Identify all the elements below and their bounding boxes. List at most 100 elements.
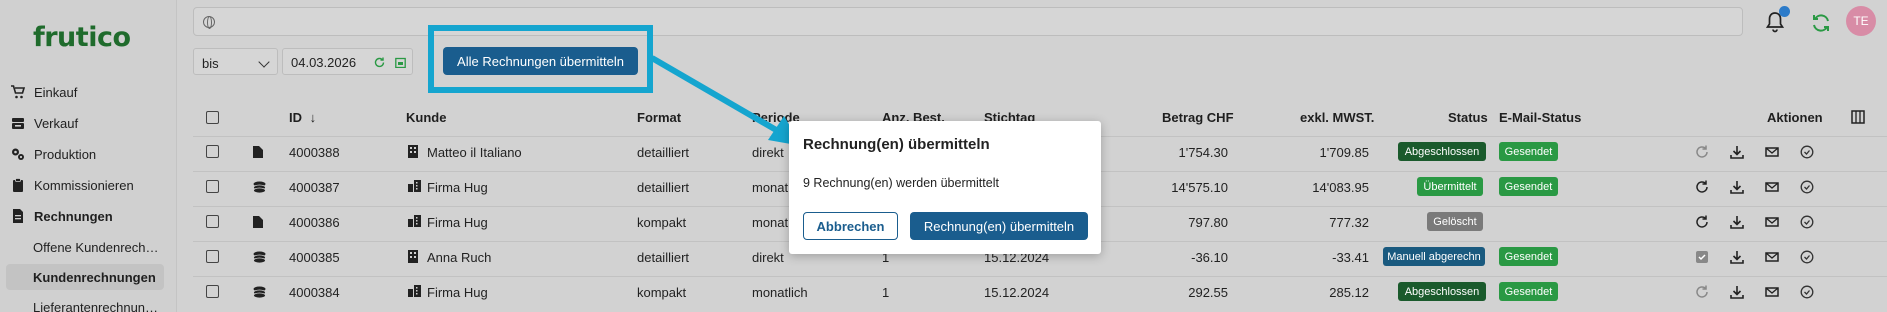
column-header-status[interactable]: Status	[1448, 110, 1488, 128]
date-mode-value: bis	[202, 56, 219, 71]
check-circle-icon[interactable]	[1800, 215, 1814, 229]
clipboard-icon	[11, 178, 25, 192]
row-checkbox[interactable]	[206, 215, 219, 228]
format-cell: detailliert	[637, 250, 690, 265]
status-badge: Abgeschlossen	[1398, 282, 1486, 301]
globe-icon	[203, 16, 215, 29]
customer-name: Firma Hug	[427, 180, 488, 195]
sidebar-item-label: Verkauf	[34, 115, 79, 131]
mail-icon[interactable]	[1765, 180, 1779, 194]
sidebar-item-label: Einkauf	[34, 84, 78, 100]
mail-icon[interactable]	[1765, 145, 1779, 159]
betrag-cell: 14'575.10	[1171, 180, 1228, 195]
select-all-checkbox[interactable]	[206, 111, 219, 124]
exkl-mwst-cell: 285.12	[1329, 285, 1369, 300]
sidebar-item-produktion[interactable]: Produktion	[11, 143, 96, 165]
column-header-label: ID	[289, 110, 302, 125]
periode-cell: monatlich	[752, 285, 808, 300]
building-icon	[408, 145, 418, 161]
sidebar-subitem-offene-kundenrechnungen[interactable]: Offene Kundenrech…	[33, 240, 159, 255]
checkbox-checked-icon[interactable]	[1695, 250, 1709, 264]
mail-icon[interactable]	[1765, 250, 1779, 264]
periode-cell: monat	[752, 180, 789, 195]
sync-icon[interactable]	[1810, 12, 1832, 34]
row-checkbox[interactable]	[206, 285, 219, 298]
sidebar-item-label: Kommissionieren	[34, 177, 134, 193]
check-circle-icon[interactable]	[1800, 145, 1814, 159]
download-icon[interactable]	[1730, 180, 1744, 194]
resend-icon[interactable]	[1695, 180, 1709, 194]
email-status-badge: Gesendet	[1499, 177, 1558, 196]
confirm-send-button[interactable]: Rechnung(en) übermitteln	[910, 212, 1088, 240]
check-circle-icon[interactable]	[1800, 285, 1814, 299]
exkl-mwst-cell: -33.41	[1332, 250, 1369, 265]
download-icon[interactable]	[1730, 250, 1744, 264]
resend-icon[interactable]	[1695, 285, 1709, 299]
mail-icon[interactable]	[1765, 285, 1779, 299]
company-icon	[408, 285, 421, 300]
exkl-mwst-cell: 14'083.95	[1312, 180, 1369, 195]
status-badge: Manuell abgerechn	[1383, 247, 1485, 266]
column-header-id[interactable]: ID ↓	[289, 110, 316, 128]
invoice-id[interactable]: 4000384	[289, 285, 340, 300]
cart-icon	[11, 85, 26, 99]
download-icon[interactable]	[1730, 285, 1744, 299]
search-input[interactable]	[193, 7, 1743, 36]
row-checkbox[interactable]	[206, 250, 219, 263]
status-badge: Gelöscht	[1427, 212, 1483, 231]
betrag-cell: 1'754.30	[1178, 145, 1228, 160]
invoice-id[interactable]: 4000388	[289, 145, 340, 160]
sidebar-item-label: Rechnungen	[34, 208, 113, 224]
column-header-email-status[interactable]: E-Mail-Status	[1499, 110, 1581, 128]
sidebar-item-kommissionieren[interactable]: Kommissionieren	[11, 174, 134, 196]
mail-icon[interactable]	[1765, 215, 1779, 229]
dialog-title: Rechnung(en) übermitteln	[803, 136, 990, 153]
exkl-mwst-cell: 777.32	[1329, 215, 1369, 230]
sidebar-item-verkauf[interactable]: Verkauf	[11, 112, 78, 134]
calendar-icon[interactable]	[395, 56, 406, 69]
sidebar-item-label: Produktion	[34, 146, 97, 162]
notification-dot	[1779, 6, 1790, 17]
download-icon[interactable]	[1730, 145, 1744, 159]
date-mode-select[interactable]: bis	[193, 48, 278, 75]
check-circle-icon[interactable]	[1800, 250, 1814, 264]
customer-name: Anna Ruch	[427, 250, 492, 265]
cancel-button[interactable]: Abbrechen	[803, 212, 898, 240]
column-header-format[interactable]: Format	[637, 110, 681, 128]
document-icon	[253, 216, 263, 231]
invoice-id[interactable]: 4000387	[289, 180, 340, 195]
status-badge: Abgeschlossen	[1398, 142, 1486, 161]
periode-cell: monat	[752, 215, 789, 230]
download-icon[interactable]	[1730, 215, 1744, 229]
sidebar-item-einkauf[interactable]: Einkauf	[11, 81, 77, 103]
email-status-badge: Gesendet	[1499, 142, 1558, 161]
resend-icon[interactable]	[1695, 215, 1709, 229]
sidebar-item-rechnungen[interactable]: Rechnungen	[11, 205, 113, 227]
resend-icon[interactable]	[1695, 145, 1709, 159]
sidebar-subitem-kundenrechnungen[interactable]: Kundenrechnungen	[33, 270, 156, 285]
row-checkbox[interactable]	[206, 145, 219, 158]
betrag-cell: 292.55	[1188, 285, 1228, 300]
format-cell: detailliert	[637, 180, 690, 195]
columns-icon[interactable]	[1851, 110, 1865, 124]
column-header-kunde[interactable]: Kunde	[406, 110, 446, 128]
date-field[interactable]: 04.03.2026	[282, 48, 413, 75]
invoice-id[interactable]: 4000386	[289, 215, 340, 230]
invoice-id[interactable]: 4000385	[289, 250, 340, 265]
column-header-exkl-mwst[interactable]: exkl. MWST.	[1300, 110, 1374, 128]
format-cell: kompakt	[637, 285, 687, 300]
check-circle-icon[interactable]	[1800, 180, 1814, 194]
confirm-send-dialog: Rechnung(en) übermitteln 9 Rechnung(en) …	[789, 121, 1101, 254]
customer-name: Matteo il Italiano	[427, 145, 522, 160]
customer-name: Firma Hug	[427, 215, 488, 230]
invoice-icon	[11, 209, 25, 223]
row-checkbox[interactable]	[206, 180, 219, 193]
company-icon	[408, 215, 421, 230]
sidebar-subitem-lieferantenrechnungen[interactable]: Lieferantenrechnun…	[33, 300, 158, 312]
column-header-betrag[interactable]: Betrag CHF	[1162, 110, 1234, 128]
send-all-invoices-button[interactable]: Alle Rechnungen übermitteln	[443, 47, 638, 75]
avatar[interactable]: TE	[1846, 6, 1876, 36]
reset-icon[interactable]	[374, 56, 385, 68]
stack-icon	[253, 286, 266, 301]
company-icon	[408, 180, 421, 195]
